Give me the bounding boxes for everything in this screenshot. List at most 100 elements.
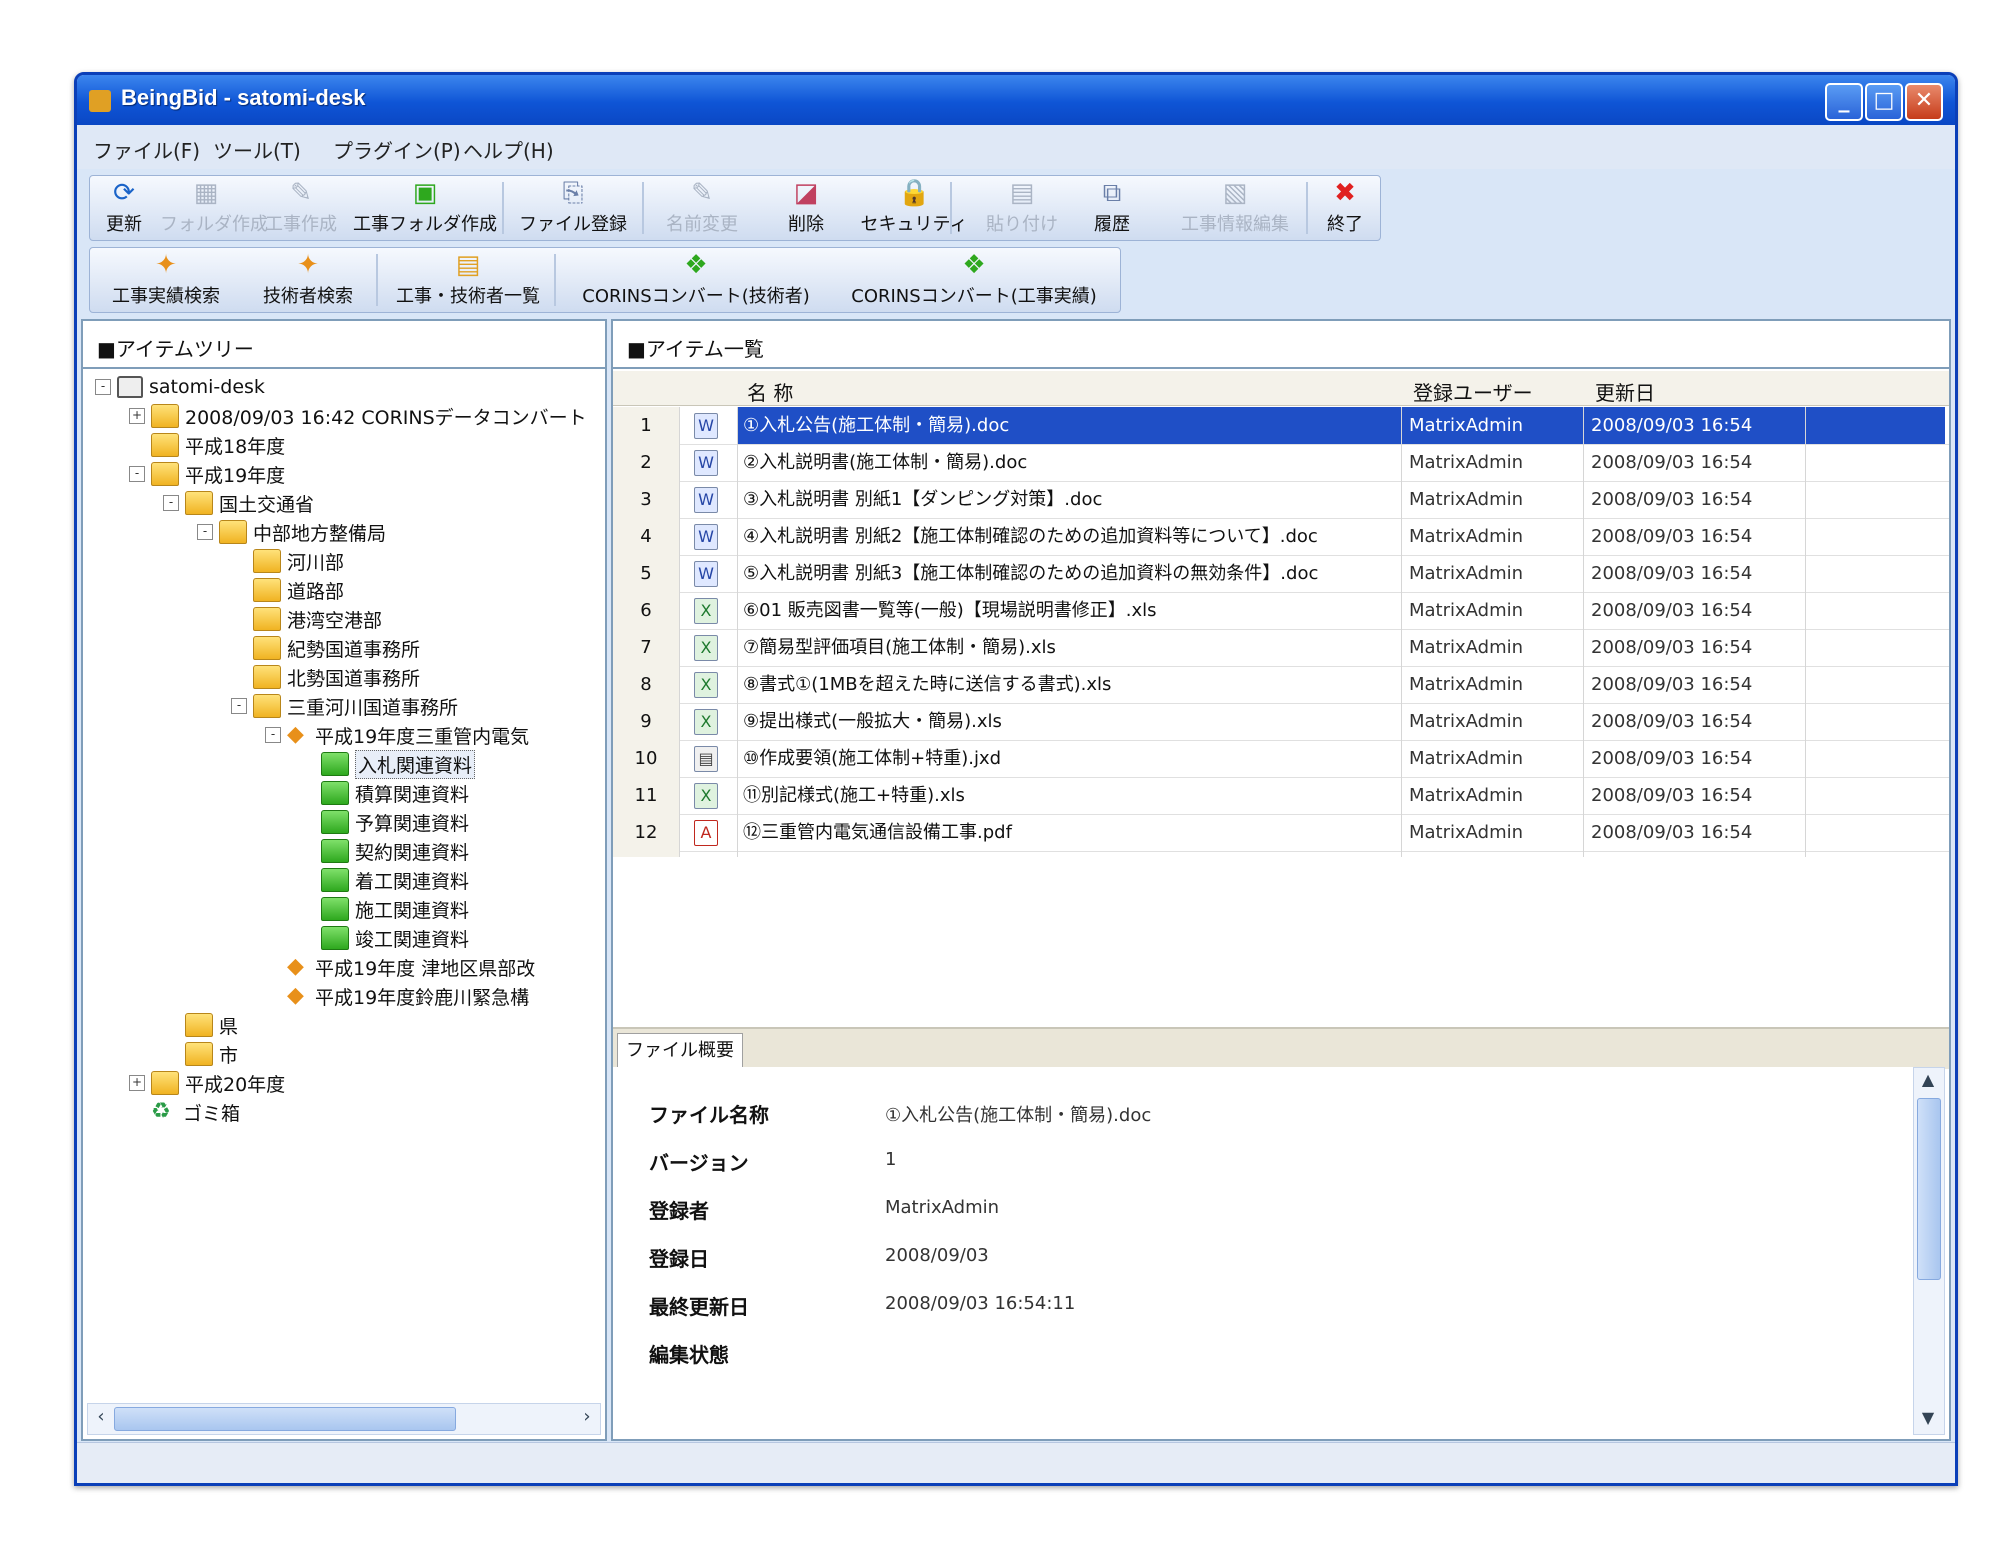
tree-node[interactable]: - 中部地方整備局: [197, 518, 386, 546]
date-cell: 2008/09/03 16:54: [1591, 637, 1753, 658]
file-name-cell: ⑩作成要領(施工体制+特重).jxd: [743, 748, 1002, 769]
collapse-icon[interactable]: -: [163, 495, 179, 511]
tree-node[interactable]: ◆ 平成19年度 津地区県部改: [265, 953, 535, 981]
tree-node[interactable]: - 三重河川国道事務所: [231, 692, 458, 720]
table-row[interactable]: 11 X ⑪別記様式(施工+特重).xls MatrixAdmin 2008/09/03…: [613, 777, 1949, 815]
expand-icon[interactable]: +: [129, 408, 145, 424]
search-toolbar-button-2[interactable]: ▤ 工事・技術者一覧: [382, 250, 554, 310]
toolbar-button-1[interactable]: ▦ フォルダ作成: [160, 178, 268, 238]
toolbar-button-3[interactable]: ▣ 工事フォルダ作成: [350, 178, 500, 238]
table-row[interactable]: 3 W ③入札説明書 別紙1【ダンピング対策】.doc MatrixAdmin 2008…: [613, 481, 1949, 519]
minimize-button[interactable]: _: [1825, 83, 1863, 121]
tree-node[interactable]: 道路部: [231, 576, 344, 604]
xls-file-icon: X: [694, 709, 718, 735]
menu-item-2[interactable]: プラグイン(P): [333, 135, 461, 164]
toolbar-button-5[interactable]: ✎ 名前変更: [650, 178, 754, 238]
table-row[interactable]: 13X 注意事項(紙)(簡易型総合評価・価格競争).xlsMatrixAdmin2…: [613, 851, 1949, 857]
title-bar[interactable]: BeingBid - satomi-desk _ □ ✕: [77, 75, 1955, 125]
pdf-file-icon: A: [694, 820, 718, 846]
collapse-icon[interactable]: -: [95, 379, 111, 395]
toolbar-button-11[interactable]: ✖ 終了: [1318, 178, 1372, 238]
toolbar-button-label: 工事情報編集: [1181, 214, 1289, 235]
toolbar-button-4[interactable]: ⎘ ファイル登録: [510, 178, 636, 238]
scroll-left-icon[interactable]: ‹: [90, 1406, 112, 1430]
column-header-name[interactable]: 名 称: [747, 377, 793, 406]
tree-node[interactable]: 施工関連資料: [299, 895, 469, 923]
tree-node[interactable]: 北勢国道事務所: [231, 663, 420, 691]
tree-node[interactable]: 平成18年度: [129, 431, 285, 459]
file-name-cell: ⑪別記様式(施工+特重).xls: [743, 785, 965, 806]
toolbar-button-10[interactable]: ▧ 工事情報編集: [1162, 178, 1308, 238]
table-row[interactable]: 1 W ①入札公告(施工体制・簡易).doc MatrixAdmin 2008/09/0…: [613, 407, 1949, 445]
scroll-right-icon[interactable]: ›: [576, 1406, 598, 1430]
green-folder-icon: [321, 752, 349, 776]
menu-item-0[interactable]: ファイル(F): [93, 135, 200, 164]
scroll-down-icon[interactable]: ▼: [1916, 1408, 1940, 1432]
paste-icon: ▤: [1009, 178, 1035, 208]
scroll-up-icon[interactable]: ▲: [1916, 1070, 1940, 1094]
table-row[interactable]: 5 W ⑤入札説明書 別紙3【施工体制確認のための追加資料の無効条件】.doc Mat…: [613, 555, 1949, 593]
tab-file-summary[interactable]: ファイル概要: [617, 1033, 743, 1068]
tree-node[interactable]: ♻ ゴミ箱: [129, 1098, 240, 1126]
scroll-thumb[interactable]: [114, 1407, 456, 1431]
property-value: 2008/09/03: [885, 1245, 989, 1266]
column-header-user[interactable]: 登録ユーザー: [1413, 377, 1533, 406]
table-row[interactable]: 2 W ②入札説明書(施工体制・簡易).doc MatrixAdmin 2008/09/…: [613, 444, 1949, 482]
toolbar-button-0[interactable]: ⟳ 更新: [98, 178, 150, 238]
tree-horizontal-scrollbar[interactable]: ‹ ›: [87, 1403, 601, 1435]
table-row[interactable]: 4 W ④入札説明書 別紙2【施工体制確認のための追加資料等について】.doc Mat…: [613, 518, 1949, 556]
search-toolbar-button-4[interactable]: ❖ CORINSコンバート(工事実績): [838, 250, 1110, 310]
folder-icon: [253, 694, 281, 718]
toolbar-button-2[interactable]: ✎ 工事作成: [260, 178, 342, 238]
table-row[interactable]: 12 A ⑫三重管内電気通信設備工事.pdf MatrixAdmin 2008/09/0…: [613, 814, 1949, 852]
maximize-button[interactable]: □: [1865, 83, 1903, 121]
tree-node[interactable]: 竣工関連資料: [299, 924, 469, 952]
close-button[interactable]: ✕: [1905, 83, 1943, 121]
tree-node[interactable]: 着工関連資料: [299, 866, 469, 894]
tree-node[interactable]: 積算関連資料: [299, 779, 469, 807]
collapse-icon[interactable]: -: [129, 466, 145, 482]
tree-node[interactable]: - 平成19年度: [129, 460, 285, 488]
tree-node[interactable]: - 国土交通省: [163, 489, 314, 517]
tree-node[interactable]: 予算関連資料: [299, 808, 469, 836]
tree-node[interactable]: 県: [163, 1011, 238, 1039]
selection-highlight: [1807, 407, 1945, 444]
tree-node[interactable]: 河川部: [231, 547, 344, 575]
xls-file-icon: X: [694, 672, 718, 698]
toolbar-button-label: 履歴: [1094, 214, 1130, 235]
tree-node[interactable]: 契約関連資料: [299, 837, 469, 865]
tree-node[interactable]: - satomi-desk: [95, 373, 265, 401]
column-header-date[interactable]: 更新日: [1595, 377, 1655, 406]
date-cell: 2008/09/03 16:54: [1591, 600, 1753, 621]
collapse-icon[interactable]: -: [231, 698, 247, 714]
collapse-icon[interactable]: -: [197, 524, 213, 540]
menu-item-1[interactable]: ツール(T): [213, 135, 301, 164]
table-row[interactable]: 8 X ⑧書式①(1MBを超えた時に送信する書式).xls MatrixAdmin 20…: [613, 666, 1949, 704]
tree-node[interactable]: + 平成20年度: [129, 1069, 285, 1097]
tree-node[interactable]: 入札関連資料: [299, 749, 476, 779]
xls-file-icon: X: [694, 783, 718, 809]
table-row[interactable]: 7 X ⑦簡易型評価項目(施工体制・簡易).xls MatrixAdmin 2008/0…: [613, 629, 1949, 667]
search-toolbar-button-3[interactable]: ❖ CORINSコンバート(技術者): [560, 250, 832, 310]
search-toolbar-button-0[interactable]: ✦ 工事実績検索: [96, 250, 236, 310]
toolbar-button-6[interactable]: ◪ 削除: [766, 178, 846, 238]
toolbar-button-8[interactable]: ▤ 貼り付け: [982, 178, 1062, 238]
toolbar-button-7[interactable]: 🔒 セキュリティ: [858, 178, 970, 238]
tree-node[interactable]: 市: [163, 1040, 238, 1068]
search-toolbar-button-1[interactable]: ✦ 技術者検索: [242, 250, 374, 310]
table-row[interactable]: 10 ▤ ⑩作成要領(施工体制+特重).jxd MatrixAdmin 2008/09/…: [613, 740, 1949, 778]
expand-icon[interactable]: +: [129, 1075, 145, 1091]
tree-node[interactable]: +2008/09/03 16:42 CORINSデータコンバート: [129, 402, 587, 430]
collapse-icon[interactable]: -: [265, 727, 281, 743]
tree-node[interactable]: 港湾空港部: [231, 605, 382, 633]
tree-node[interactable]: 紀勢国道事務所: [231, 634, 420, 662]
tree-node[interactable]: ◆ 平成19年度鈴鹿川緊急構: [265, 982, 529, 1010]
date-cell: 2008/09/03 16:54: [1591, 526, 1753, 547]
toolbar-button-9[interactable]: ⧉ 履歴: [1072, 178, 1152, 238]
table-row[interactable]: 6 X ⑥01 販売図書一覧等(一般)【現場説明書修正】.xls MatrixAdmi…: [613, 592, 1949, 630]
summary-vertical-scrollbar[interactable]: ▲ ▼: [1913, 1067, 1945, 1435]
menu-item-3[interactable]: ヘルプ(H): [463, 135, 554, 164]
table-row[interactable]: 9 X ⑨提出様式(一般拡大・簡易).xls MatrixAdmin 2008/09/0…: [613, 703, 1949, 741]
scroll-thumb[interactable]: [1917, 1098, 1941, 1280]
tree-node[interactable]: - ◆ 平成19年度三重管内電気: [265, 721, 529, 749]
